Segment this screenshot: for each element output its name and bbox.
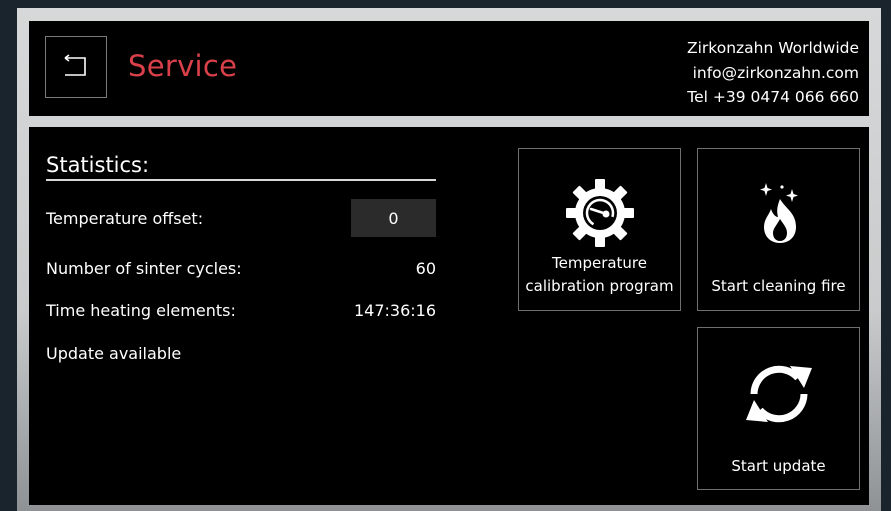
temperature-offset-label: Temperature offset: xyxy=(46,209,204,228)
temperature-calibration-line1: Temperature xyxy=(551,254,648,272)
contact-info: Zirkonzahn Worldwide info@zirkonzahn.com… xyxy=(687,36,859,110)
contact-email: info@zirkonzahn.com xyxy=(692,63,859,82)
back-arrow-icon xyxy=(64,54,86,76)
start-update-label: Start update xyxy=(731,457,826,475)
start-cleaning-fire-label: Start cleaning fire xyxy=(711,277,846,295)
page-title: Service xyxy=(128,49,238,83)
company-name: Zirkonzahn Worldwide xyxy=(686,39,859,57)
fire-sparkle-icon xyxy=(760,183,798,243)
start-cleaning-fire-button[interactable]: Start cleaning fire xyxy=(697,148,860,311)
header-bar: Service Zirkonzahn Worldwide info@zirkon… xyxy=(29,21,869,116)
sinter-cycles-value: 60 xyxy=(415,259,436,278)
gear-gauge-icon xyxy=(566,179,634,247)
temperature-offset-field[interactable]: 0 xyxy=(351,199,436,237)
statistics-divider xyxy=(46,179,436,181)
start-update-button[interactable]: Start update xyxy=(697,327,860,490)
temperature-calibration-line2: calibration program xyxy=(525,277,674,295)
back-button[interactable] xyxy=(45,36,107,98)
main-panel: Statistics: Temperature offset: 0 Number… xyxy=(29,127,869,505)
temperature-calibration-button[interactable]: Temperature calibration program xyxy=(518,148,681,311)
sinter-cycles-label: Number of sinter cycles: xyxy=(46,259,242,278)
refresh-icon xyxy=(746,365,812,423)
update-status: Update available xyxy=(46,344,182,363)
contact-phone: Tel +39 0474 066 660 xyxy=(687,88,859,106)
heating-time-value: 147:36:16 xyxy=(353,301,436,320)
heating-time-label: Time heating elements: xyxy=(46,301,236,320)
statistics-heading: Statistics: xyxy=(46,153,150,177)
